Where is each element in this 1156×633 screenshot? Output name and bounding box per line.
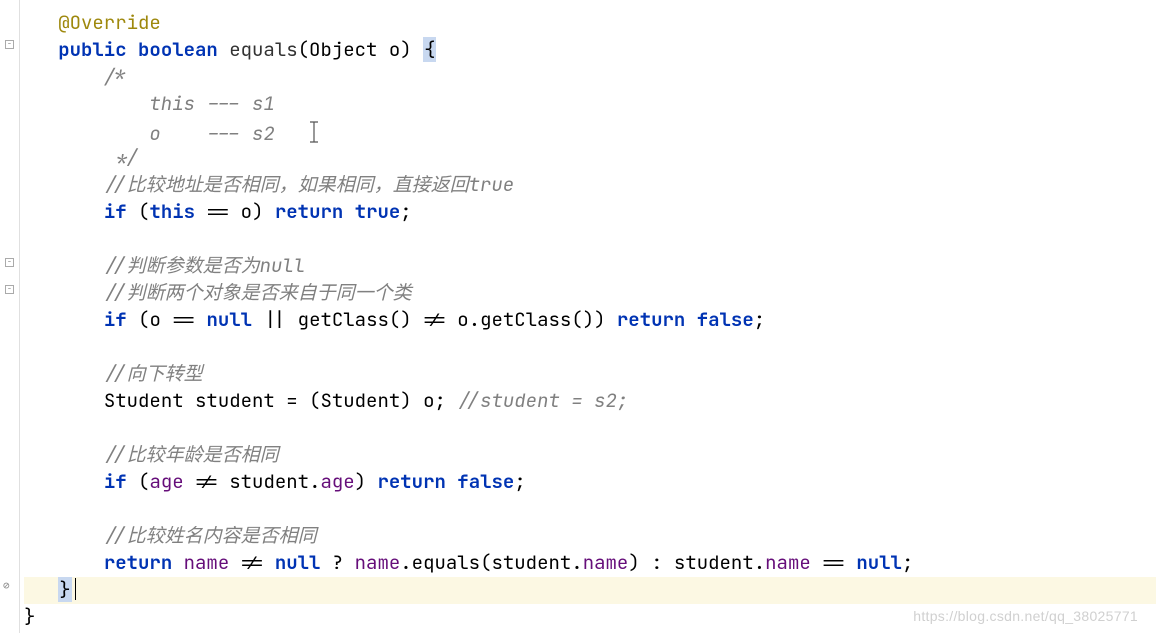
gutter-indicator-icon: ⊘ bbox=[3, 579, 10, 595]
code-line bbox=[24, 226, 1156, 253]
editor-gutter: − − − ⊘ bbox=[0, 0, 20, 633]
code-line: /* bbox=[24, 64, 1156, 91]
cursor-icon bbox=[75, 578, 76, 600]
matched-brace: } bbox=[58, 577, 71, 602]
code-line: //比较姓名内容是否相同 bbox=[24, 523, 1156, 550]
code-line: @Override bbox=[24, 10, 1156, 37]
fold-icon[interactable]: − bbox=[5, 258, 14, 267]
watermark-text: https://blog.csdn.net/qq_38025771 bbox=[913, 607, 1138, 627]
fold-icon[interactable]: − bbox=[5, 285, 14, 294]
matched-brace: { bbox=[423, 37, 436, 62]
code-editor[interactable]: − − − ⊘ @Override public boolean equals(… bbox=[0, 0, 1156, 633]
code-line: */ bbox=[24, 145, 1156, 172]
code-line bbox=[24, 334, 1156, 361]
code-line bbox=[24, 496, 1156, 523]
code-line: o --- s2 bbox=[24, 118, 1156, 145]
code-line: //判断两个对象是否来自于同一个类 bbox=[24, 280, 1156, 307]
code-line: //判断参数是否为null bbox=[24, 253, 1156, 280]
text-cursor-icon bbox=[309, 121, 319, 151]
code-line bbox=[24, 415, 1156, 442]
code-line: //比较地址是否相同，如果相同，直接返回true bbox=[24, 172, 1156, 199]
code-line: return name != null ? name.equals(studen… bbox=[24, 550, 1156, 577]
fold-icon[interactable]: − bbox=[5, 40, 14, 49]
code-line: public boolean equals(Object o) { bbox=[24, 37, 1156, 64]
code-line: Student student = (Student) o; //student… bbox=[24, 388, 1156, 415]
current-line: } bbox=[24, 577, 1156, 604]
code-line: if (o == null || getClass() != o.getClas… bbox=[24, 307, 1156, 334]
code-content[interactable]: @Override public boolean equals(Object o… bbox=[20, 0, 1156, 633]
code-line: //比较年龄是否相同 bbox=[24, 442, 1156, 469]
code-line: this --- s1 bbox=[24, 91, 1156, 118]
code-line: if (age != student.age) return false; bbox=[24, 469, 1156, 496]
code-line: if (this == o) return true; bbox=[24, 199, 1156, 226]
code-line: //向下转型 bbox=[24, 361, 1156, 388]
